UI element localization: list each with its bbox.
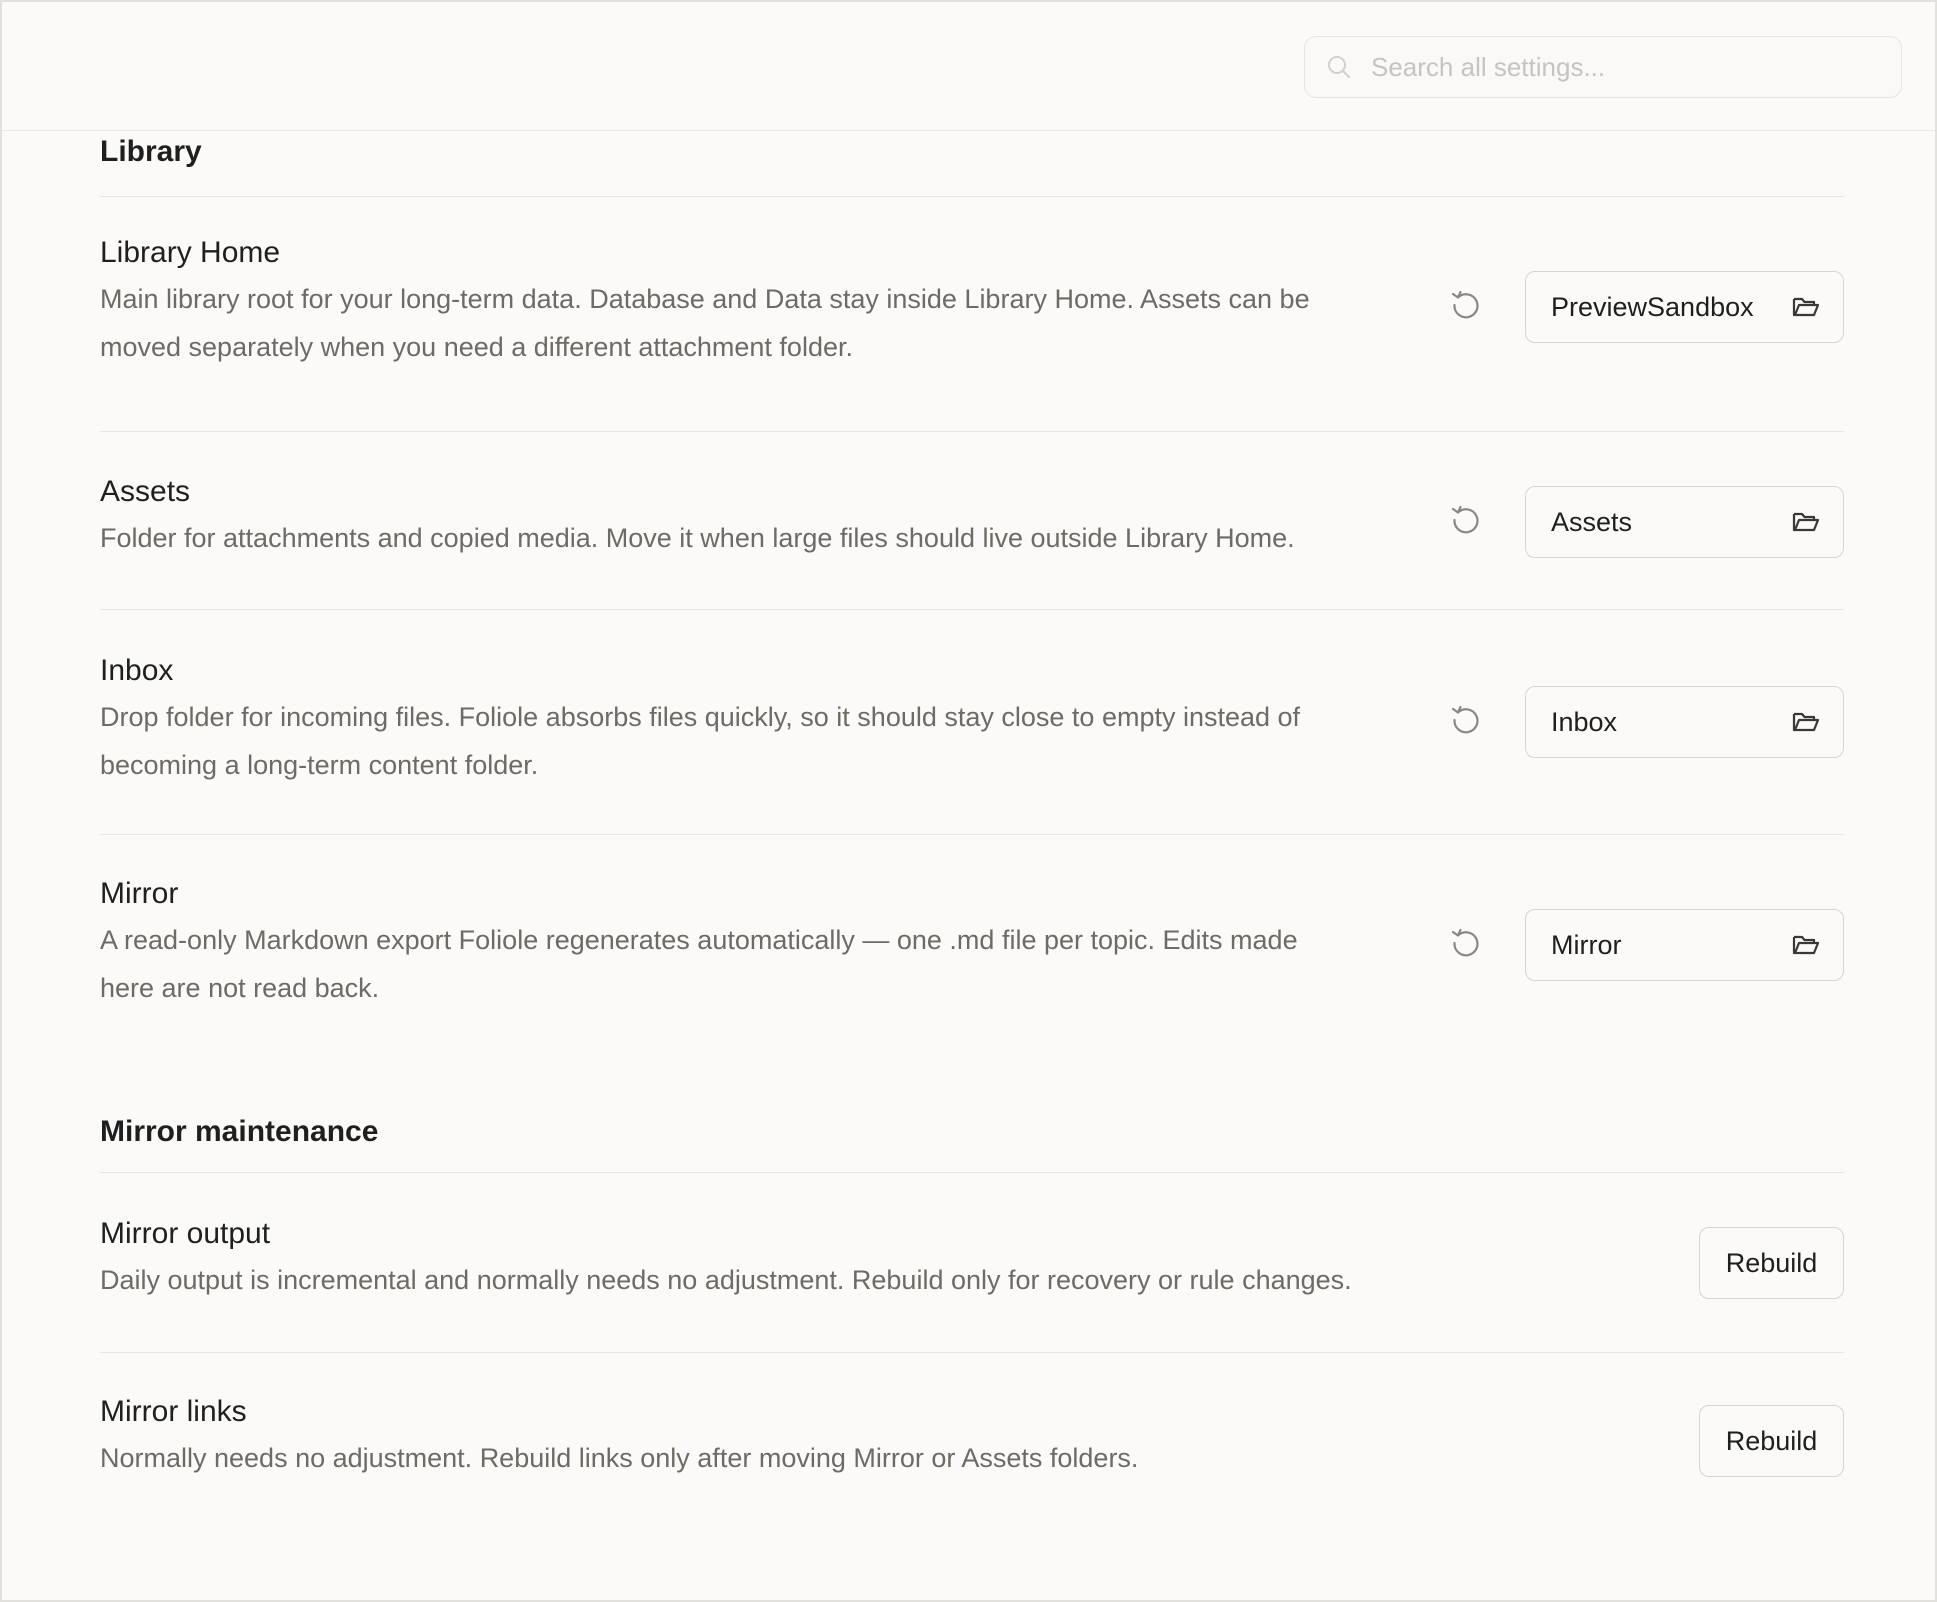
folder-open-icon — [1791, 707, 1821, 737]
rebuild-mirror-links-button[interactable]: Rebuild — [1699, 1405, 1844, 1477]
folder-picker-assets[interactable]: Assets — [1525, 486, 1844, 558]
folder-picker-inbox[interactable]: Inbox — [1525, 686, 1844, 758]
settings-window: Library Library Home Main library root f… — [0, 0, 1937, 1602]
section-title-mirror-maintenance: Mirror maintenance — [100, 1115, 1844, 1173]
settings-header — [2, 2, 1935, 131]
folder-open-icon — [1791, 507, 1821, 537]
folder-value: Inbox — [1551, 706, 1618, 737]
setting-row-assets: Assets Folder for attachments and copied… — [100, 432, 1844, 610]
folder-picker-mirror[interactable]: Mirror — [1525, 909, 1844, 981]
folder-picker-library-home[interactable]: PreviewSandbox — [1525, 271, 1844, 343]
setting-name: Inbox — [100, 654, 174, 687]
setting-description: Drop folder for incoming files. Foliole … — [100, 702, 1301, 780]
setting-name: Library Home — [100, 236, 281, 269]
search-input[interactable] — [1369, 50, 1873, 84]
settings-content: Library Library Home Main library root f… — [100, 131, 1844, 1533]
folder-open-icon — [1791, 292, 1821, 322]
setting-row-mirror: Mirror A read-only Markdown export Folio… — [100, 835, 1844, 1047]
reset-button[interactable] — [1443, 922, 1489, 968]
setting-description: Folder for attachments and copied media.… — [100, 523, 1295, 553]
section-title-library: Library — [100, 131, 1844, 197]
folder-value: Assets — [1551, 506, 1633, 537]
setting-name: Mirror — [100, 877, 179, 910]
setting-description: Normally needs no adjustment. Rebuild li… — [100, 1443, 1139, 1473]
setting-description: A read-only Markdown export Foliole rege… — [100, 925, 1298, 1003]
reset-icon — [1449, 703, 1483, 742]
folder-value: PreviewSandbox — [1551, 291, 1754, 322]
setting-name: Mirror output — [100, 1217, 271, 1250]
setting-row-library-home: Library Home Main library root for your … — [100, 197, 1844, 432]
search-box[interactable] — [1304, 36, 1902, 98]
setting-name: Assets — [100, 475, 191, 508]
folder-value: Mirror — [1551, 929, 1622, 960]
reset-button[interactable] — [1443, 699, 1489, 745]
setting-name: Mirror links — [100, 1395, 247, 1428]
setting-row-mirror-output: Mirror output Daily output is incrementa… — [100, 1173, 1844, 1353]
setting-row-mirror-links: Mirror links Normally needs no adjustmen… — [100, 1353, 1844, 1533]
setting-description: Main library root for your long-term dat… — [100, 284, 1310, 362]
folder-open-icon — [1791, 930, 1821, 960]
reset-button[interactable] — [1443, 499, 1489, 545]
reset-button[interactable] — [1443, 284, 1489, 330]
setting-row-inbox: Inbox Drop folder for incoming files. Fo… — [100, 610, 1844, 835]
reset-icon — [1449, 926, 1483, 965]
setting-description: Daily output is incremental and normally… — [100, 1265, 1352, 1295]
reset-icon — [1449, 503, 1483, 542]
search-icon — [1325, 53, 1353, 81]
rebuild-mirror-output-button[interactable]: Rebuild — [1699, 1227, 1844, 1299]
reset-icon — [1449, 288, 1483, 327]
